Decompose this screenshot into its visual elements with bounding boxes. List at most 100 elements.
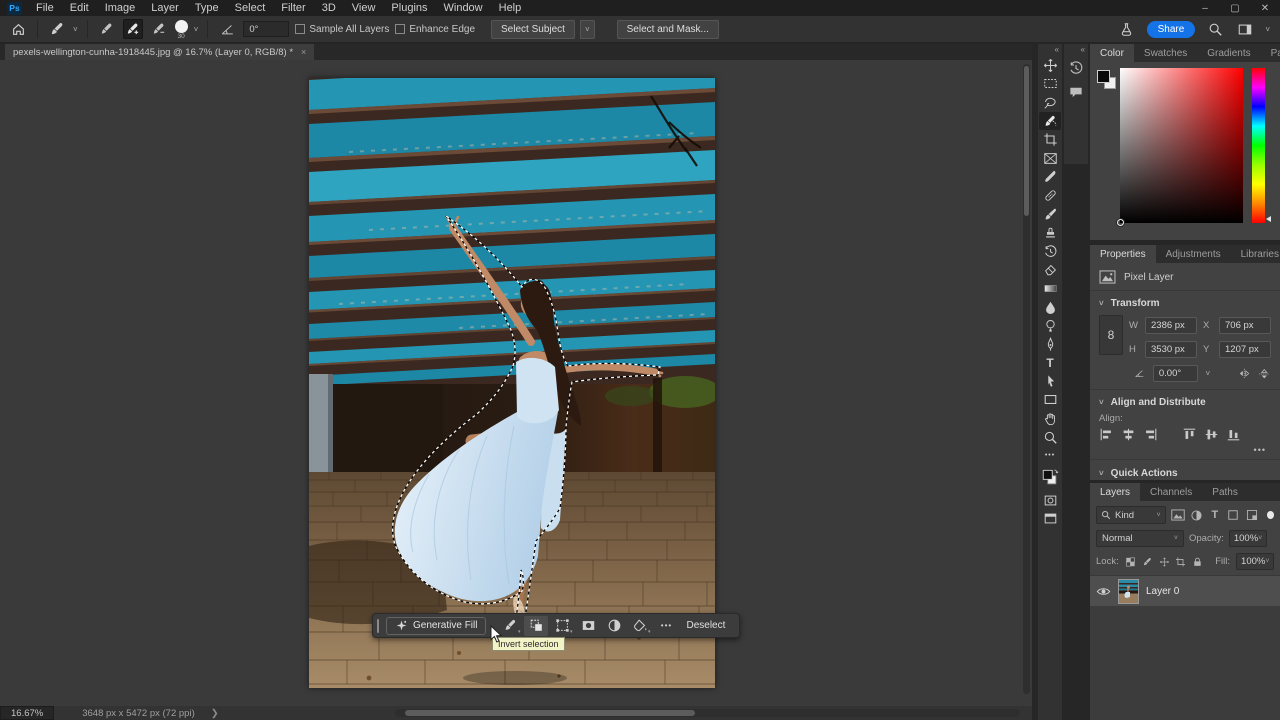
fill-selection-icon[interactable]: ▾ — [628, 616, 652, 636]
menu-filter[interactable]: Filter — [273, 0, 313, 16]
workspace-chevron-icon[interactable]: ˅ — [1265, 25, 1270, 34]
filter-adjustment-layers-icon[interactable] — [1190, 509, 1204, 522]
move-tool[interactable] — [1039, 56, 1061, 75]
frame-tool[interactable] — [1039, 149, 1061, 168]
gradient-tool[interactable] — [1039, 279, 1061, 298]
lock-artboard-icon[interactable] — [1175, 556, 1186, 568]
menu-type[interactable]: Type — [187, 0, 227, 16]
lock-position-icon[interactable] — [1159, 556, 1170, 568]
align-right-edges-icon[interactable] — [1143, 427, 1158, 442]
lasso-tool[interactable] — [1039, 93, 1061, 112]
invert-selection-icon[interactable] — [524, 616, 548, 636]
transform-section-header[interactable]: ˅ Transform — [1090, 291, 1280, 313]
layer-visibility-eye-icon[interactable] — [1096, 586, 1111, 597]
flip-horizontal-icon[interactable] — [1238, 367, 1251, 380]
horizontal-scrollbar[interactable] — [395, 709, 1020, 717]
tab-adjustments[interactable]: Adjustments — [1156, 245, 1231, 263]
type-tool[interactable]: T — [1039, 354, 1061, 373]
pen-tool[interactable] — [1039, 335, 1061, 354]
brush-angle-field[interactable]: 0° — [243, 21, 289, 37]
eyedropper-tool[interactable] — [1039, 168, 1061, 187]
sample-all-layers-checkbox[interactable]: Sample All Layers — [295, 24, 389, 35]
brush-tool[interactable] — [1039, 205, 1061, 224]
generative-fill-button[interactable]: Generative Fill — [386, 617, 486, 635]
tab-gradients[interactable]: Gradients — [1197, 44, 1260, 62]
layer-filter-kind-dropdown[interactable]: Kind ˅ — [1096, 506, 1166, 524]
create-mask-icon[interactable] — [576, 616, 600, 636]
blur-tool[interactable] — [1039, 298, 1061, 317]
adjustment-icon[interactable] — [602, 616, 626, 636]
tab-swatches[interactable]: Swatches — [1134, 44, 1197, 62]
clone-stamp-tool[interactable] — [1039, 223, 1061, 242]
angle-chevron-icon[interactable]: ˅ — [1206, 369, 1211, 378]
flip-vertical-icon[interactable] — [1258, 367, 1271, 381]
align-left-edges-icon[interactable] — [1099, 427, 1114, 442]
tool-preset-chevron-icon[interactable]: ˅ — [73, 25, 78, 34]
align-more-options-icon[interactable]: ••• — [1090, 442, 1280, 460]
status-chevron-icon[interactable]: ❯ — [211, 708, 219, 719]
history-brush-tool[interactable] — [1039, 242, 1061, 261]
filter-smart-objects-icon[interactable] — [1245, 509, 1259, 521]
menu-help[interactable]: Help — [491, 0, 530, 16]
align-section-header[interactable]: ˅ Align and Distribute — [1090, 390, 1280, 412]
foreground-background-colors[interactable] — [1039, 465, 1061, 491]
tab-paths[interactable]: Paths — [1202, 483, 1248, 501]
menu-select[interactable]: Select — [227, 0, 274, 16]
photo-canvas[interactable] — [309, 78, 715, 688]
subtract-selection-mode-icon[interactable] — [149, 19, 169, 39]
brush-size-chevron-icon[interactable]: ˅ — [194, 25, 199, 34]
select-subject-dropdown[interactable]: ˅ — [580, 20, 595, 39]
tab-patterns[interactable]: Patterns — [1261, 44, 1280, 62]
blend-mode-dropdown[interactable]: Normal ˅ — [1096, 530, 1184, 547]
rotate-angle-field[interactable]: 0.00° — [1153, 365, 1198, 382]
minimize-button[interactable]: – — [1190, 0, 1220, 16]
zoom-level-field[interactable]: 16.67% — [0, 706, 54, 720]
canvas-workspace[interactable]: Generative Fill ▾ ▾ ▾ — [0, 60, 1032, 706]
close-button[interactable]: ✕ — [1250, 0, 1280, 16]
rectangle-tool[interactable] — [1039, 391, 1061, 410]
align-top-edges-icon[interactable] — [1182, 427, 1197, 442]
y-field[interactable]: 1207 px — [1219, 341, 1271, 358]
crop-tool[interactable] — [1039, 130, 1061, 149]
collapse-panels-icon[interactable]: « — [1081, 44, 1088, 56]
more-options-icon[interactable]: ••• — [654, 616, 678, 636]
quick-mask-icon[interactable] — [1039, 491, 1061, 510]
document-tab[interactable]: pexels-wellington-cunha-1918445.jpg @ 16… — [5, 44, 314, 60]
enhance-edge-checkbox[interactable]: Enhance Edge — [395, 24, 475, 35]
tab-color[interactable]: Color — [1090, 44, 1134, 62]
menu-image[interactable]: Image — [97, 0, 144, 16]
edit-toolbar-icon[interactable]: ••• — [1039, 446, 1061, 465]
home-icon[interactable] — [8, 19, 28, 39]
collapse-tools-icon[interactable]: « — [1055, 44, 1062, 56]
link-dimensions-icon[interactable]: 8 — [1099, 315, 1123, 355]
tab-libraries[interactable]: Libraries — [1231, 245, 1280, 263]
hue-slider-handle[interactable] — [1266, 216, 1271, 222]
layer-thumbnail[interactable] — [1118, 579, 1139, 604]
color-picker-handle[interactable] — [1117, 219, 1124, 226]
brush-size-picker[interactable]: 30 — [175, 20, 188, 41]
hand-tool[interactable] — [1039, 409, 1061, 428]
vertical-scrollbar[interactable] — [1023, 64, 1030, 694]
selection-brush-tool[interactable] — [1039, 112, 1061, 131]
align-bottom-edges-icon[interactable] — [1226, 427, 1241, 442]
tab-layers[interactable]: Layers — [1090, 483, 1140, 501]
menu-edit[interactable]: Edit — [62, 0, 97, 16]
menu-file[interactable]: File — [28, 0, 62, 16]
maximize-button[interactable]: ▢ — [1220, 0, 1250, 16]
rectangular-marquee-tool[interactable] — [1039, 75, 1061, 94]
tab-properties[interactable]: Properties — [1090, 245, 1156, 263]
tool-preset-icon[interactable] — [47, 19, 67, 39]
foreground-background-swatches[interactable] — [1097, 70, 1117, 90]
comments-panel-icon[interactable] — [1064, 80, 1088, 104]
menu-view[interactable]: View — [344, 0, 384, 16]
align-vertical-centers-icon[interactable] — [1204, 427, 1219, 442]
taskbar-grip-handle[interactable] — [377, 619, 379, 633]
height-field[interactable]: 3530 px — [1145, 341, 1197, 358]
zoom-tool[interactable] — [1039, 428, 1061, 447]
menu-layer[interactable]: Layer — [143, 0, 187, 16]
beta-flask-icon[interactable] — [1117, 19, 1137, 39]
filter-shape-layers-icon[interactable] — [1227, 509, 1241, 521]
saturation-brightness-field[interactable] — [1120, 68, 1243, 223]
menu-window[interactable]: Window — [436, 0, 491, 16]
screen-mode-icon[interactable] — [1039, 510, 1061, 529]
